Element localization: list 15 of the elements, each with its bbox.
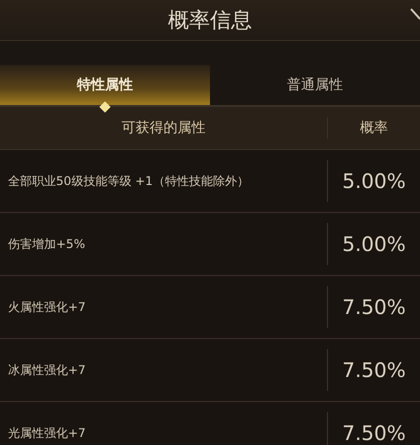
rate-cell: 5.00% [342,169,406,193]
attribute-cell: 火属性强化+7 [8,298,86,316]
attribute-cell: 光属性强化+7 [8,424,86,442]
tab[interactable]: 特性属性 [0,65,210,105]
rate-cell: 7.50% [342,358,406,382]
rate-cell: 7.50% [342,421,406,445]
column-header: 可获得的属性 [120,119,206,138]
attribute-cell: 全部职业50级技能等级 +1（特性技能除外） [8,172,249,190]
tab[interactable]: 普通属性 [210,65,420,105]
window-title: 概率信息 [168,7,252,34]
attribute-cell: 伤害增加+5% [8,236,86,252]
rate-cell: 7.50% [342,295,406,319]
attribute-cell: 冰属性强化+7 [8,362,86,378]
rate-cell: 5.00% [342,232,406,256]
column-header: 概率 [327,117,420,139]
